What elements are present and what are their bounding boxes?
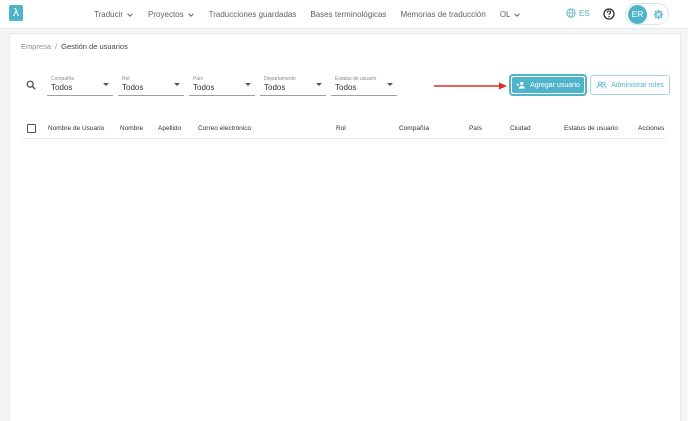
app-logo[interactable]: λ	[9, 5, 23, 21]
language-selector[interactable]: ES	[566, 8, 590, 18]
caret-down-icon	[316, 83, 322, 86]
column-header-pais[interactable]: País	[469, 125, 482, 132]
group-icon	[596, 81, 607, 89]
breadcrumb: Empresa / Gestión de usuarios	[21, 42, 128, 51]
column-header-ciudad[interactable]: Ciudad	[510, 125, 531, 132]
avatar[interactable]: ER	[628, 5, 647, 24]
manage-roles-button[interactable]: Administrar roles	[590, 75, 670, 95]
chevron-down-icon	[127, 12, 133, 17]
add-user-icon	[516, 81, 525, 89]
filter-label: País	[193, 76, 204, 82]
search-icon[interactable]	[26, 80, 36, 90]
filter-estatus-de-usuario[interactable]: Estatus de usuario Todos	[331, 74, 397, 96]
main-nav: Traducir Proyectos Traducciones guardada…	[94, 0, 535, 29]
filter-rol[interactable]: Rol Todos	[118, 74, 184, 96]
nav-item-bases-terminologicas[interactable]: Bases terminológicas	[310, 10, 386, 19]
nav-item-traducciones-guardadas[interactable]: Traducciones guardadas	[209, 10, 297, 19]
nav-item-traducir[interactable]: Traducir	[94, 10, 134, 19]
add-user-button[interactable]: Agregar usuario	[509, 74, 587, 96]
annotation-arrow	[434, 82, 507, 90]
user-menu[interactable]: ER	[625, 3, 669, 25]
nav-item-label: Proyectos	[148, 10, 184, 19]
filter-value: Todos	[264, 83, 286, 92]
caret-down-icon	[387, 83, 393, 86]
nav-item-label: OL	[499, 10, 511, 19]
filter-compania[interactable]: Compañía Todos	[47, 74, 113, 96]
nav-item-label: Traducir	[94, 10, 124, 19]
caret-down-icon	[245, 83, 251, 86]
globe-icon	[566, 8, 576, 18]
nav-item-label: Traducciones guardadas	[208, 10, 297, 19]
filter-label: Compañía	[51, 76, 75, 82]
column-header-apellido[interactable]: Apellido	[158, 125, 181, 132]
filter-value: Todos	[122, 83, 144, 92]
column-header-correo-electronico[interactable]: Correo electrónico	[198, 125, 251, 132]
breadcrumb-item-empresa[interactable]: Empresa	[21, 42, 51, 51]
filter-value: Todos	[335, 83, 357, 92]
column-header-acciones: Acciones	[638, 125, 665, 132]
filter-pais[interactable]: País Todos	[189, 74, 255, 96]
column-header-nombre[interactable]: Nombre	[120, 125, 143, 132]
chevron-down-icon	[187, 12, 194, 17]
filter-value: Todos	[51, 83, 73, 92]
nav-item-label: Bases terminológicas	[310, 10, 387, 19]
nav-item-ol[interactable]: OL	[500, 10, 522, 19]
column-header-compania[interactable]: Compañía	[399, 125, 429, 132]
users-table-header: Nombre de Usuario Nombre Apellido Correo…	[21, 120, 667, 139]
nav-item-memorias-de-traduccion[interactable]: Memorias de traducción	[400, 10, 485, 19]
nav-item-label: Memorias de traducción	[400, 10, 486, 19]
filter-label: Estatus de usuario	[335, 76, 377, 82]
filter-value: Todos	[193, 83, 215, 92]
nav-item-proyectos[interactable]: Proyectos	[148, 10, 195, 19]
manage-roles-label: Administrar roles	[611, 81, 664, 89]
breadcrumb-current: Gestión de usuarios	[61, 42, 128, 51]
breadcrumb-separator: /	[55, 42, 58, 51]
select-all-checkbox[interactable]	[27, 124, 36, 133]
gear-icon[interactable]	[653, 9, 664, 20]
language-code: ES	[579, 8, 590, 18]
add-user-label: Agregar usuario	[530, 81, 580, 89]
top-navigation-bar: λ Traducir Proyectos Traducciones guarda…	[0, 0, 688, 29]
chevron-down-icon	[514, 12, 521, 17]
filter-departamento[interactable]: Departamento Todos	[260, 74, 326, 96]
column-header-rol[interactable]: Rol	[336, 125, 346, 132]
column-header-estatus-de-usuario[interactable]: Estatus de usuario	[564, 125, 618, 132]
caret-down-icon	[103, 83, 109, 86]
caret-down-icon	[174, 83, 180, 86]
filter-label: Rol	[122, 76, 130, 82]
user-management-panel: Empresa / Gestión de usuarios Compañía T…	[9, 33, 681, 421]
filter-label: Departamento	[264, 76, 296, 82]
column-header-nombre-de-usuario[interactable]: Nombre de Usuario	[48, 125, 104, 132]
help-icon[interactable]	[603, 8, 615, 20]
